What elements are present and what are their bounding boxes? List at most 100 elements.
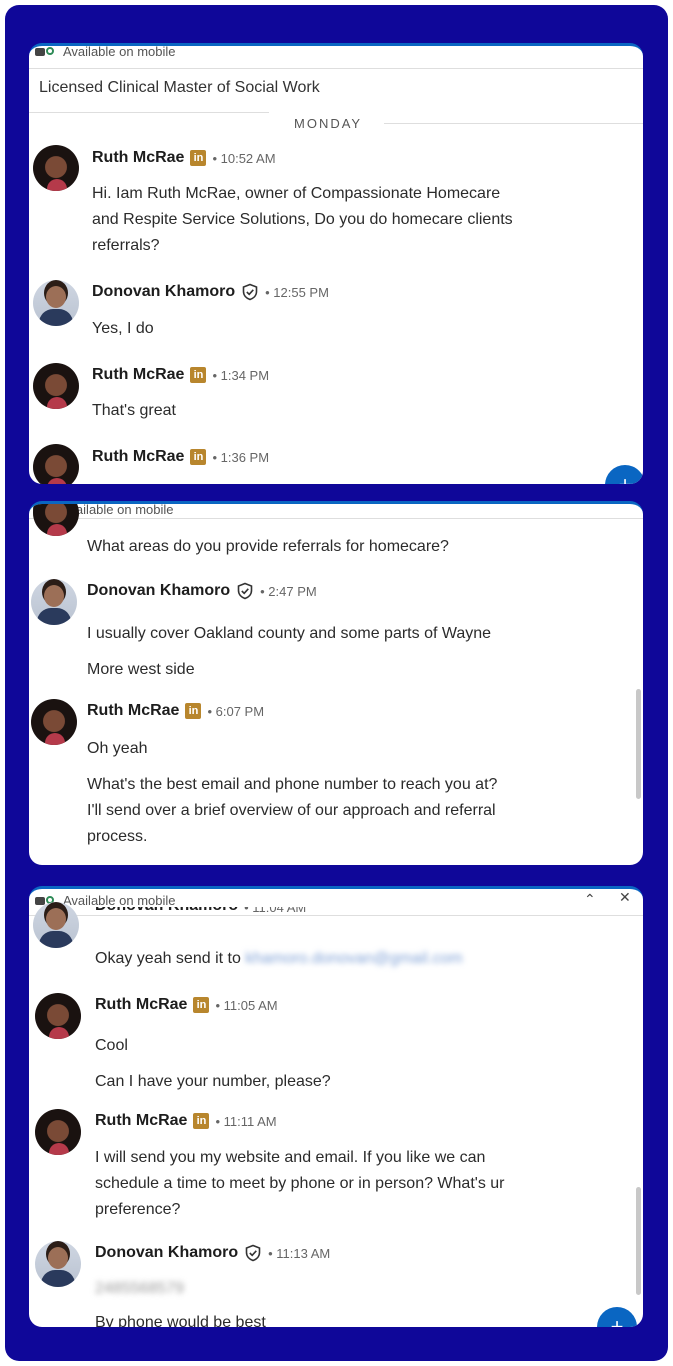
message-time: • 11:05 AM <box>215 997 278 1013</box>
ruth-avatar[interactable] <box>31 699 77 745</box>
close-icon[interactable]: ✕ <box>619 889 631 906</box>
ruth-avatar[interactable] <box>33 504 79 536</box>
message-time: • 11:11 AM <box>215 1113 277 1129</box>
message-body: I usually cover Oakland county and some … <box>87 616 491 688</box>
sender-name[interactable]: Ruth McRae <box>95 996 187 1014</box>
availability-indicator: Available on mobile <box>35 44 176 59</box>
message-line: That's great <box>92 402 176 419</box>
message-time: • 1:36 PM <box>212 449 270 465</box>
sender-name[interactable]: Ruth McRae <box>92 448 184 466</box>
donovan-avatar[interactable] <box>35 1241 81 1287</box>
linkedin-premium-icon: in <box>193 1113 210 1129</box>
message-line: I usually cover Oakland county and some … <box>87 625 492 642</box>
ruth-avatar[interactable] <box>35 1109 81 1155</box>
message-line: and Respite Service Solutions, Do you do… <box>92 211 513 228</box>
donovan-avatar[interactable] <box>33 280 79 326</box>
message-header: Donovan Khamoro • 2:47 PM <box>87 582 317 600</box>
message-header: Donovan Khamoro • 12:55 PM <box>92 283 329 301</box>
header-divider <box>29 518 643 519</box>
linkedin-premium-icon: in <box>190 449 207 465</box>
ruth-avatar[interactable] <box>33 145 79 191</box>
linkedin-premium-icon: in <box>193 997 210 1013</box>
message-body: Yes, I do <box>92 316 154 342</box>
availability-text: Available on mobile <box>63 44 176 59</box>
message-line: Hi. Iam Ruth McRae, owner of Compassiona… <box>92 185 501 202</box>
message-line: Oh yeah <box>87 740 148 757</box>
message-header: Ruth McRae in • 11:11 AM <box>95 1112 277 1130</box>
sender-name[interactable]: Ruth McRae <box>95 1112 187 1130</box>
message-body: What areas do you provide referrals for … <box>87 534 449 560</box>
message-header-clipped: Donovan Khamoro • 11:04 AM <box>95 907 306 915</box>
redacted-phone: 2485568579 <box>95 1280 184 1297</box>
message-body: Cool Can I have your number, please? <box>95 1028 331 1100</box>
sender-name[interactable]: Donovan Khamoro <box>95 1244 238 1262</box>
linkedin-premium-icon: in <box>190 150 207 166</box>
message-line: What's the best email and phone number t… <box>87 776 498 793</box>
message-line: More west side <box>87 661 195 678</box>
plus-icon: + <box>610 1314 624 1327</box>
day-divider-label: MONDAY <box>294 116 363 131</box>
message-time: • 11:04 AM <box>244 907 307 915</box>
day-divider-line-right <box>384 123 643 124</box>
header-divider <box>29 915 643 916</box>
compose-button[interactable]: + <box>605 465 643 484</box>
message-time: • 11:13 AM <box>268 1245 331 1261</box>
message-line: By phone would be best <box>95 1314 266 1327</box>
linkedin-premium-icon: in <box>185 703 202 719</box>
message-line: Cool <box>95 1037 128 1054</box>
message-body: I will send you my website and email. If… <box>95 1145 505 1223</box>
chat-panel-2: Available on mobile What areas do you pr… <box>29 501 643 865</box>
message-line: What areas do you provide referrals for … <box>87 538 449 555</box>
message-line: Okay yeah send it to <box>95 950 241 967</box>
message-line: preference? <box>95 1201 181 1218</box>
sender-name[interactable]: Donovan Khamoro <box>92 283 235 301</box>
donovan-avatar[interactable] <box>31 579 77 625</box>
message-header: Ruth McRae in • 1:36 PM <box>92 448 269 466</box>
message-header: Ruth McRae in • 1:34 PM <box>92 366 269 384</box>
availability-text: Available on mobile <box>63 893 176 908</box>
message-header: Donovan Khamoro • 11:13 AM <box>95 1244 330 1262</box>
compose-button[interactable]: + <box>597 1307 637 1327</box>
message-line: I will send you my website and email. If… <box>95 1149 486 1166</box>
sender-name[interactable]: Ruth McRae <box>92 149 184 167</box>
message-line: I'll send over a brief overview of our a… <box>87 802 496 819</box>
message-time: • 12:55 PM <box>265 284 329 300</box>
message-body: That's great <box>92 398 176 424</box>
verified-shield-icon <box>242 283 258 301</box>
message-time: • 2:47 PM <box>260 583 317 599</box>
verified-shield-icon <box>245 1244 261 1262</box>
message-time: • 10:52 AM <box>212 150 276 166</box>
sender-name[interactable]: Donovan Khamoro <box>95 907 238 915</box>
message-body: Oh yeah What's the best email and phone … <box>87 736 497 850</box>
minimize-icon[interactable]: ⌃ <box>584 891 596 908</box>
message-line: referrals? <box>92 237 160 254</box>
verified-shield-icon <box>237 582 253 600</box>
message-line: process. <box>87 828 148 845</box>
ruth-avatar[interactable] <box>33 444 79 484</box>
sender-name[interactable]: Ruth McRae <box>92 366 184 384</box>
sender-name[interactable]: Ruth McRae <box>87 702 179 720</box>
message-header: Ruth McRae in • 10:52 AM <box>92 149 276 167</box>
scrollbar-thumb[interactable] <box>636 1187 641 1295</box>
ruth-avatar[interactable] <box>33 363 79 409</box>
message-body: By phone would be best <box>95 1310 266 1327</box>
donovan-avatar[interactable] <box>33 902 79 948</box>
mobile-status-icon <box>35 46 57 57</box>
redacted-email: khamoro.donovan@gmail.com <box>245 950 463 967</box>
message-body: Hi. Iam Ruth McRae, owner of Compassiona… <box>92 181 513 259</box>
screenshot-collage-frame: Available on mobile Licensed Clinical Ma… <box>5 5 668 1361</box>
ruth-avatar[interactable] <box>35 993 81 1039</box>
message-header: Ruth McRae in • 6:07 PM <box>87 702 264 720</box>
plus-icon: + <box>619 472 632 484</box>
redacted-phone-line: 2485568579 <box>95 1276 184 1302</box>
message-time: • 1:34 PM <box>212 367 270 383</box>
profile-headline: Licensed Clinical Master of Social Work <box>39 79 320 96</box>
message-line: Yes, I do <box>92 320 154 337</box>
message-line: schedule a time to meet by phone or in p… <box>95 1175 505 1192</box>
message-line: Can I have your number, please? <box>95 1073 331 1090</box>
scrollbar-thumb[interactable] <box>636 689 641 799</box>
header-divider <box>29 68 643 69</box>
chat-panel-3: Available on mobile ⌃ ✕ Donovan Khamoro … <box>29 886 643 1327</box>
day-divider-line-left <box>29 112 269 113</box>
sender-name[interactable]: Donovan Khamoro <box>87 582 230 600</box>
